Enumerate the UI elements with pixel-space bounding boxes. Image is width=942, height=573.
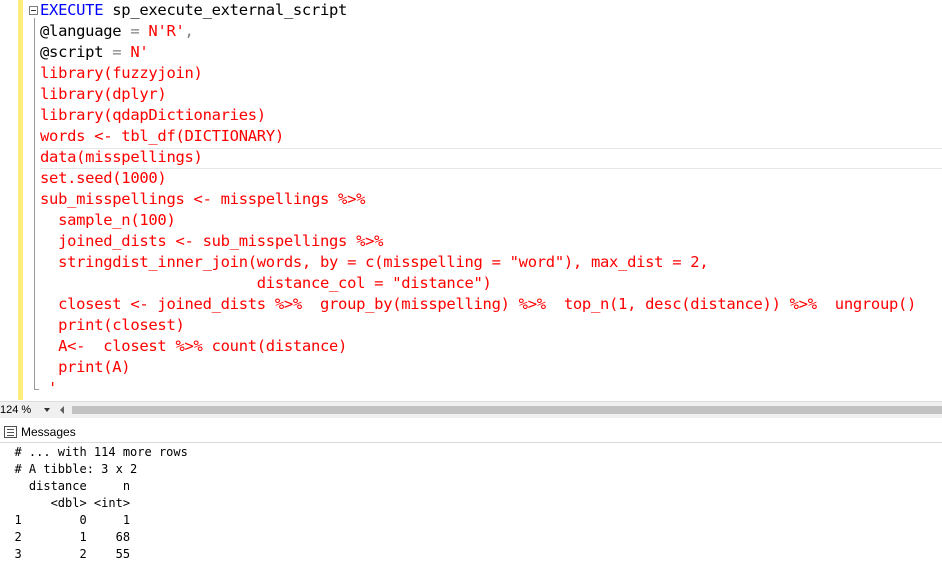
editor-left-margin	[0, 0, 18, 400]
output-line: # A tibble: 3 x 2	[0, 462, 138, 476]
code-line[interactable]: library(fuzzyjoin)	[40, 63, 203, 84]
code-token: N'R'	[148, 22, 185, 40]
query-editor[interactable]: EXECUTE sp_execute_external_script @langu…	[0, 0, 942, 400]
code-line[interactable]: set.seed(1000)	[40, 168, 167, 189]
code-line[interactable]: sample_n(100)	[40, 210, 176, 231]
code-token: N'	[130, 43, 149, 61]
code-token: print(closest)	[40, 316, 185, 334]
code-line[interactable]: words <- tbl_df(DICTIONARY)	[40, 126, 284, 147]
tab-messages[interactable]: Messages	[0, 422, 82, 442]
chevron-down-icon[interactable]	[44, 408, 50, 412]
code-line[interactable]: print(closest)	[40, 315, 185, 336]
code-line[interactable]: @language = N'R',	[40, 21, 194, 42]
horizontal-scrollbar-thumb[interactable]	[72, 406, 942, 414]
code-token: A<- closest %>% count(distance)	[40, 337, 348, 355]
code-token: library(dplyr)	[40, 85, 167, 103]
code-token: library(fuzzyjoin)	[40, 64, 203, 82]
code-token: sub_misspellings <- misspellings %>%	[40, 190, 366, 208]
code-token: joined_dists <- sub_misspellings %>%	[40, 232, 384, 250]
code-token: sp_execute_external_script	[103, 1, 348, 19]
code-line[interactable]: closest <- joined_dists %>% group_by(mis…	[40, 294, 916, 315]
tab-messages-label: Messages	[21, 425, 76, 439]
code-line[interactable]: library(qdapDictionaries)	[40, 105, 266, 126]
outline-guide	[34, 18, 35, 390]
code-token: EXECUTE	[40, 1, 104, 19]
code-token: library(qdapDictionaries)	[40, 106, 266, 124]
code-line[interactable]: '	[48, 378, 57, 399]
code-token: words <- tbl_df(DICTIONARY)	[40, 127, 284, 145]
code-token: '	[48, 379, 58, 397]
zoom-dropdown[interactable]: 124 %	[0, 403, 56, 417]
output-line: distance n	[0, 479, 131, 493]
messages-output: # ... with 114 more rows # A tibble: 3 x…	[0, 444, 942, 573]
code-line[interactable]: EXECUTE sp_execute_external_script	[40, 0, 347, 21]
code-line[interactable]: print(A)	[40, 357, 131, 378]
code-token: =	[103, 43, 131, 61]
code-token: sample_n(100)	[40, 211, 176, 229]
code-token: stringdist_inner_join(words, by = c(miss…	[40, 253, 709, 271]
code-line[interactable]: A<- closest %>% count(distance)	[40, 336, 347, 357]
code-token: @language	[40, 22, 122, 40]
outline-guide-end	[34, 389, 39, 390]
output-line: <dbl> <int>	[0, 496, 131, 510]
editor-status-bar: 124 %	[0, 401, 942, 418]
code-line[interactable]: @script = N'	[40, 42, 149, 63]
output-line: 2 1 68	[0, 530, 131, 544]
code-token: data(misspellings)	[40, 148, 203, 166]
code-line[interactable]: distance_col = "distance")	[40, 273, 492, 294]
output-line: # ... with 114 more rows	[0, 445, 188, 459]
zoom-level: 124 %	[0, 404, 32, 416]
code-line[interactable]: sub_misspellings <- misspellings %>%	[40, 189, 365, 210]
code-line[interactable]: joined_dists <- sub_misspellings %>%	[40, 231, 383, 252]
code-token: @script	[40, 43, 104, 61]
code-token: set.seed(1000)	[40, 169, 167, 187]
code-token: ,	[184, 22, 194, 40]
results-tab-bar: Messages	[0, 420, 942, 443]
messages-icon	[4, 426, 17, 438]
output-line: 1 0 1	[0, 513, 131, 527]
change-tracking-bar	[18, 0, 23, 400]
code-line[interactable]: data(misspellings)	[40, 147, 203, 168]
code-line[interactable]: stringdist_inner_join(words, by = c(miss…	[40, 252, 709, 273]
output-line: 3 2 55	[0, 547, 131, 561]
code-token: closest <- joined_dists %>% group_by(mis…	[40, 295, 917, 313]
scroll-left-arrow-icon[interactable]	[60, 406, 64, 414]
code-line[interactable]: library(dplyr)	[40, 84, 167, 105]
code-token: print(A)	[40, 358, 131, 376]
code-token: =	[121, 22, 149, 40]
collapse-outline-icon[interactable]	[29, 6, 38, 15]
code-token: distance_col = "distance")	[40, 274, 492, 292]
